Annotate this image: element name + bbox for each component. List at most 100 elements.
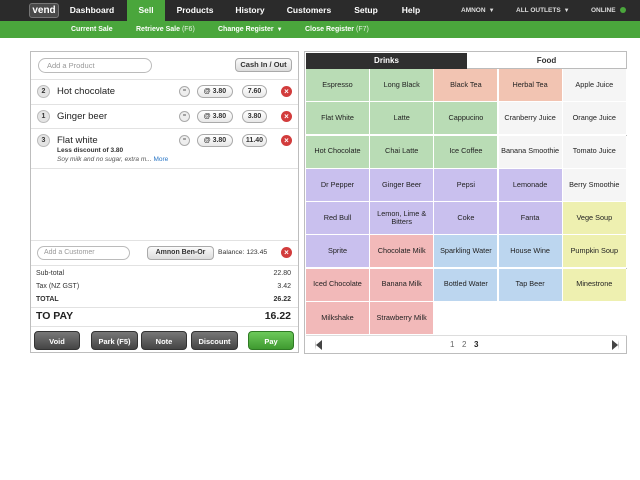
quick-key-tile[interactable]: Ginger Beer	[370, 168, 435, 202]
divider	[31, 128, 298, 129]
add-customer-input[interactable]: Add a Customer	[37, 246, 130, 260]
line-quantity[interactable]: 2	[37, 85, 50, 98]
user-menu[interactable]: AMNON ▼	[461, 0, 495, 21]
quick-key-tile[interactable]: Espresso	[306, 69, 370, 102]
retrieve-sale-link[interactable]: Retrieve Sale (F6)	[136, 21, 195, 38]
close-register-label: Close Register	[305, 26, 355, 33]
quick-key-tile[interactable]: Cappucino	[434, 102, 499, 136]
quick-key-tile[interactable]: Iced Chocolate	[306, 268, 370, 302]
remove-line-icon[interactable]: ×	[281, 111, 292, 122]
quick-key-tile[interactable]: Cranberry Juice	[498, 102, 563, 136]
quick-key-tile[interactable]: Sparkling Water	[434, 235, 499, 269]
quick-key-tile[interactable]: Sprite	[306, 235, 370, 269]
current-sale-link[interactable]: Current Sale	[71, 21, 113, 38]
line-note: Soy milk and no sugar, extra m... More	[57, 156, 168, 163]
empty-tile	[498, 301, 563, 335]
quick-key-tile[interactable]: Coke	[434, 202, 499, 235]
quick-key-tile[interactable]: Herbal Tea	[498, 69, 563, 102]
quick-key-tile[interactable]: Pumpkin Soup	[562, 235, 627, 269]
quick-key-tile[interactable]: Lemon, Lime & Bitters	[370, 202, 435, 235]
tab-drinks[interactable]: Drinks	[306, 53, 467, 69]
quick-key-tile[interactable]: Hot Chocolate	[306, 135, 370, 169]
quick-key-tile[interactable]: Ice Coffee	[434, 135, 499, 169]
void-button[interactable]: Void	[34, 331, 80, 350]
customer-balance: Balance: 123.45	[218, 249, 268, 256]
nav-dashboard[interactable]: Dashboard	[62, 0, 122, 21]
remove-line-icon[interactable]: ×	[281, 86, 292, 97]
quick-key-tile[interactable]: Banana Smoothie	[498, 135, 563, 169]
quick-key-tile[interactable]: Fanta	[498, 202, 563, 235]
line-unit-price[interactable]: @ 3.80	[197, 134, 233, 147]
quick-key-tile[interactable]: Vege Soup	[562, 202, 627, 235]
nav-history[interactable]: History	[228, 0, 272, 21]
quick-key-tile[interactable]: Latte	[370, 102, 435, 136]
page-3[interactable]: 3	[474, 340, 478, 349]
line-total[interactable]: 3.80	[242, 110, 267, 123]
line-total[interactable]: 11.40	[242, 134, 267, 147]
quick-key-tile[interactable]: Minestrone	[562, 268, 627, 302]
quick-key-tile[interactable]: Flat White	[306, 102, 370, 136]
pager: 1 2 3	[306, 335, 627, 353]
quick-key-tile[interactable]: House Wine	[498, 235, 563, 269]
edit-line-icon[interactable]: =	[179, 86, 190, 97]
line-product-name: Ginger beer	[57, 111, 108, 122]
line-quantity[interactable]: 1	[37, 110, 50, 123]
quick-key-tile[interactable]: Tomato Juice	[562, 135, 627, 169]
quick-key-tile[interactable]: Milkshake	[306, 301, 370, 335]
quick-key-tile[interactable]: Black Tea	[434, 69, 499, 102]
line-unit-price[interactable]: @ 3.80	[197, 85, 233, 98]
quick-key-tile[interactable]: Bottled Water	[434, 268, 499, 302]
line-unit-price[interactable]: @ 3.80	[197, 110, 233, 123]
note-more-link[interactable]: More	[153, 156, 168, 163]
quick-key-tile[interactable]: Red Bull	[306, 202, 370, 235]
sub-nav: Current Sale Retrieve Sale (F6) Change R…	[0, 21, 640, 38]
empty-tile	[562, 301, 627, 335]
quick-key-tile[interactable]: Dr Pepper	[306, 168, 370, 202]
outlets-menu[interactable]: ALL OUTLETS ▼	[516, 0, 570, 21]
online-indicator-icon	[619, 7, 626, 14]
close-shortcut: (F7)	[355, 26, 369, 33]
line-total[interactable]: 7.60	[242, 85, 267, 98]
page-1[interactable]: 1	[450, 340, 454, 349]
quick-key-tile[interactable]: Apple Juice	[562, 69, 627, 102]
quick-key-tile[interactable]: Strawberry Milk	[370, 301, 435, 335]
tab-food[interactable]: Food	[467, 53, 626, 69]
chevron-down-icon: ▼	[488, 8, 495, 14]
edit-line-icon[interactable]: =	[179, 135, 190, 146]
note-button[interactable]: Note	[141, 331, 187, 350]
quick-key-tile[interactable]: Chai Latte	[370, 135, 435, 169]
quick-key-tile[interactable]: Lemonade	[498, 168, 563, 202]
line-product-name: Flat white	[57, 135, 98, 146]
quick-key-tile[interactable]: Orange Juice	[562, 102, 627, 136]
remove-line-icon[interactable]: ×	[281, 135, 292, 146]
remove-customer-icon[interactable]: ×	[281, 247, 292, 258]
park-button[interactable]: Park (F5)	[91, 331, 138, 350]
line-product-name: Hot chocolate	[57, 86, 116, 97]
nav-products[interactable]: Products	[170, 0, 220, 21]
prev-page-icon[interactable]	[315, 340, 322, 350]
nav-help[interactable]: Help	[395, 0, 427, 21]
chevron-down-icon: ▼	[276, 27, 283, 33]
quick-key-tile[interactable]: Banana Milk	[370, 268, 435, 302]
nav-setup[interactable]: Setup	[347, 0, 385, 21]
add-product-input[interactable]: Add a Product	[38, 58, 152, 73]
change-register-link[interactable]: Change Register ▼	[218, 21, 283, 38]
nav-sell[interactable]: Sell	[127, 0, 165, 21]
close-register-link[interactable]: Close Register (F7)	[305, 21, 369, 38]
retrieve-shortcut: (F6)	[181, 26, 195, 33]
customer-button[interactable]: Amnon Ben-Or	[147, 246, 214, 260]
quick-key-tile[interactable]: Tap Beer	[498, 268, 563, 302]
quick-key-tile[interactable]: Chocolate Milk	[370, 235, 435, 269]
line-quantity[interactable]: 3	[37, 134, 50, 147]
page-2[interactable]: 2	[462, 340, 466, 349]
next-page-icon[interactable]	[612, 340, 619, 350]
quick-key-tile[interactable]: Long Black	[370, 69, 435, 102]
cash-in-out-button[interactable]: Cash In / Out	[235, 58, 292, 72]
edit-line-icon[interactable]: =	[179, 111, 190, 122]
quick-key-tile[interactable]: Pepsi	[434, 168, 499, 202]
nav-customers[interactable]: Customers	[280, 0, 338, 21]
discount-button[interactable]: Discount	[191, 331, 238, 350]
quick-key-tile[interactable]: Berry Smoothie	[562, 168, 627, 202]
pay-button[interactable]: Pay	[248, 331, 294, 350]
vend-logo[interactable]: vend	[29, 3, 59, 18]
